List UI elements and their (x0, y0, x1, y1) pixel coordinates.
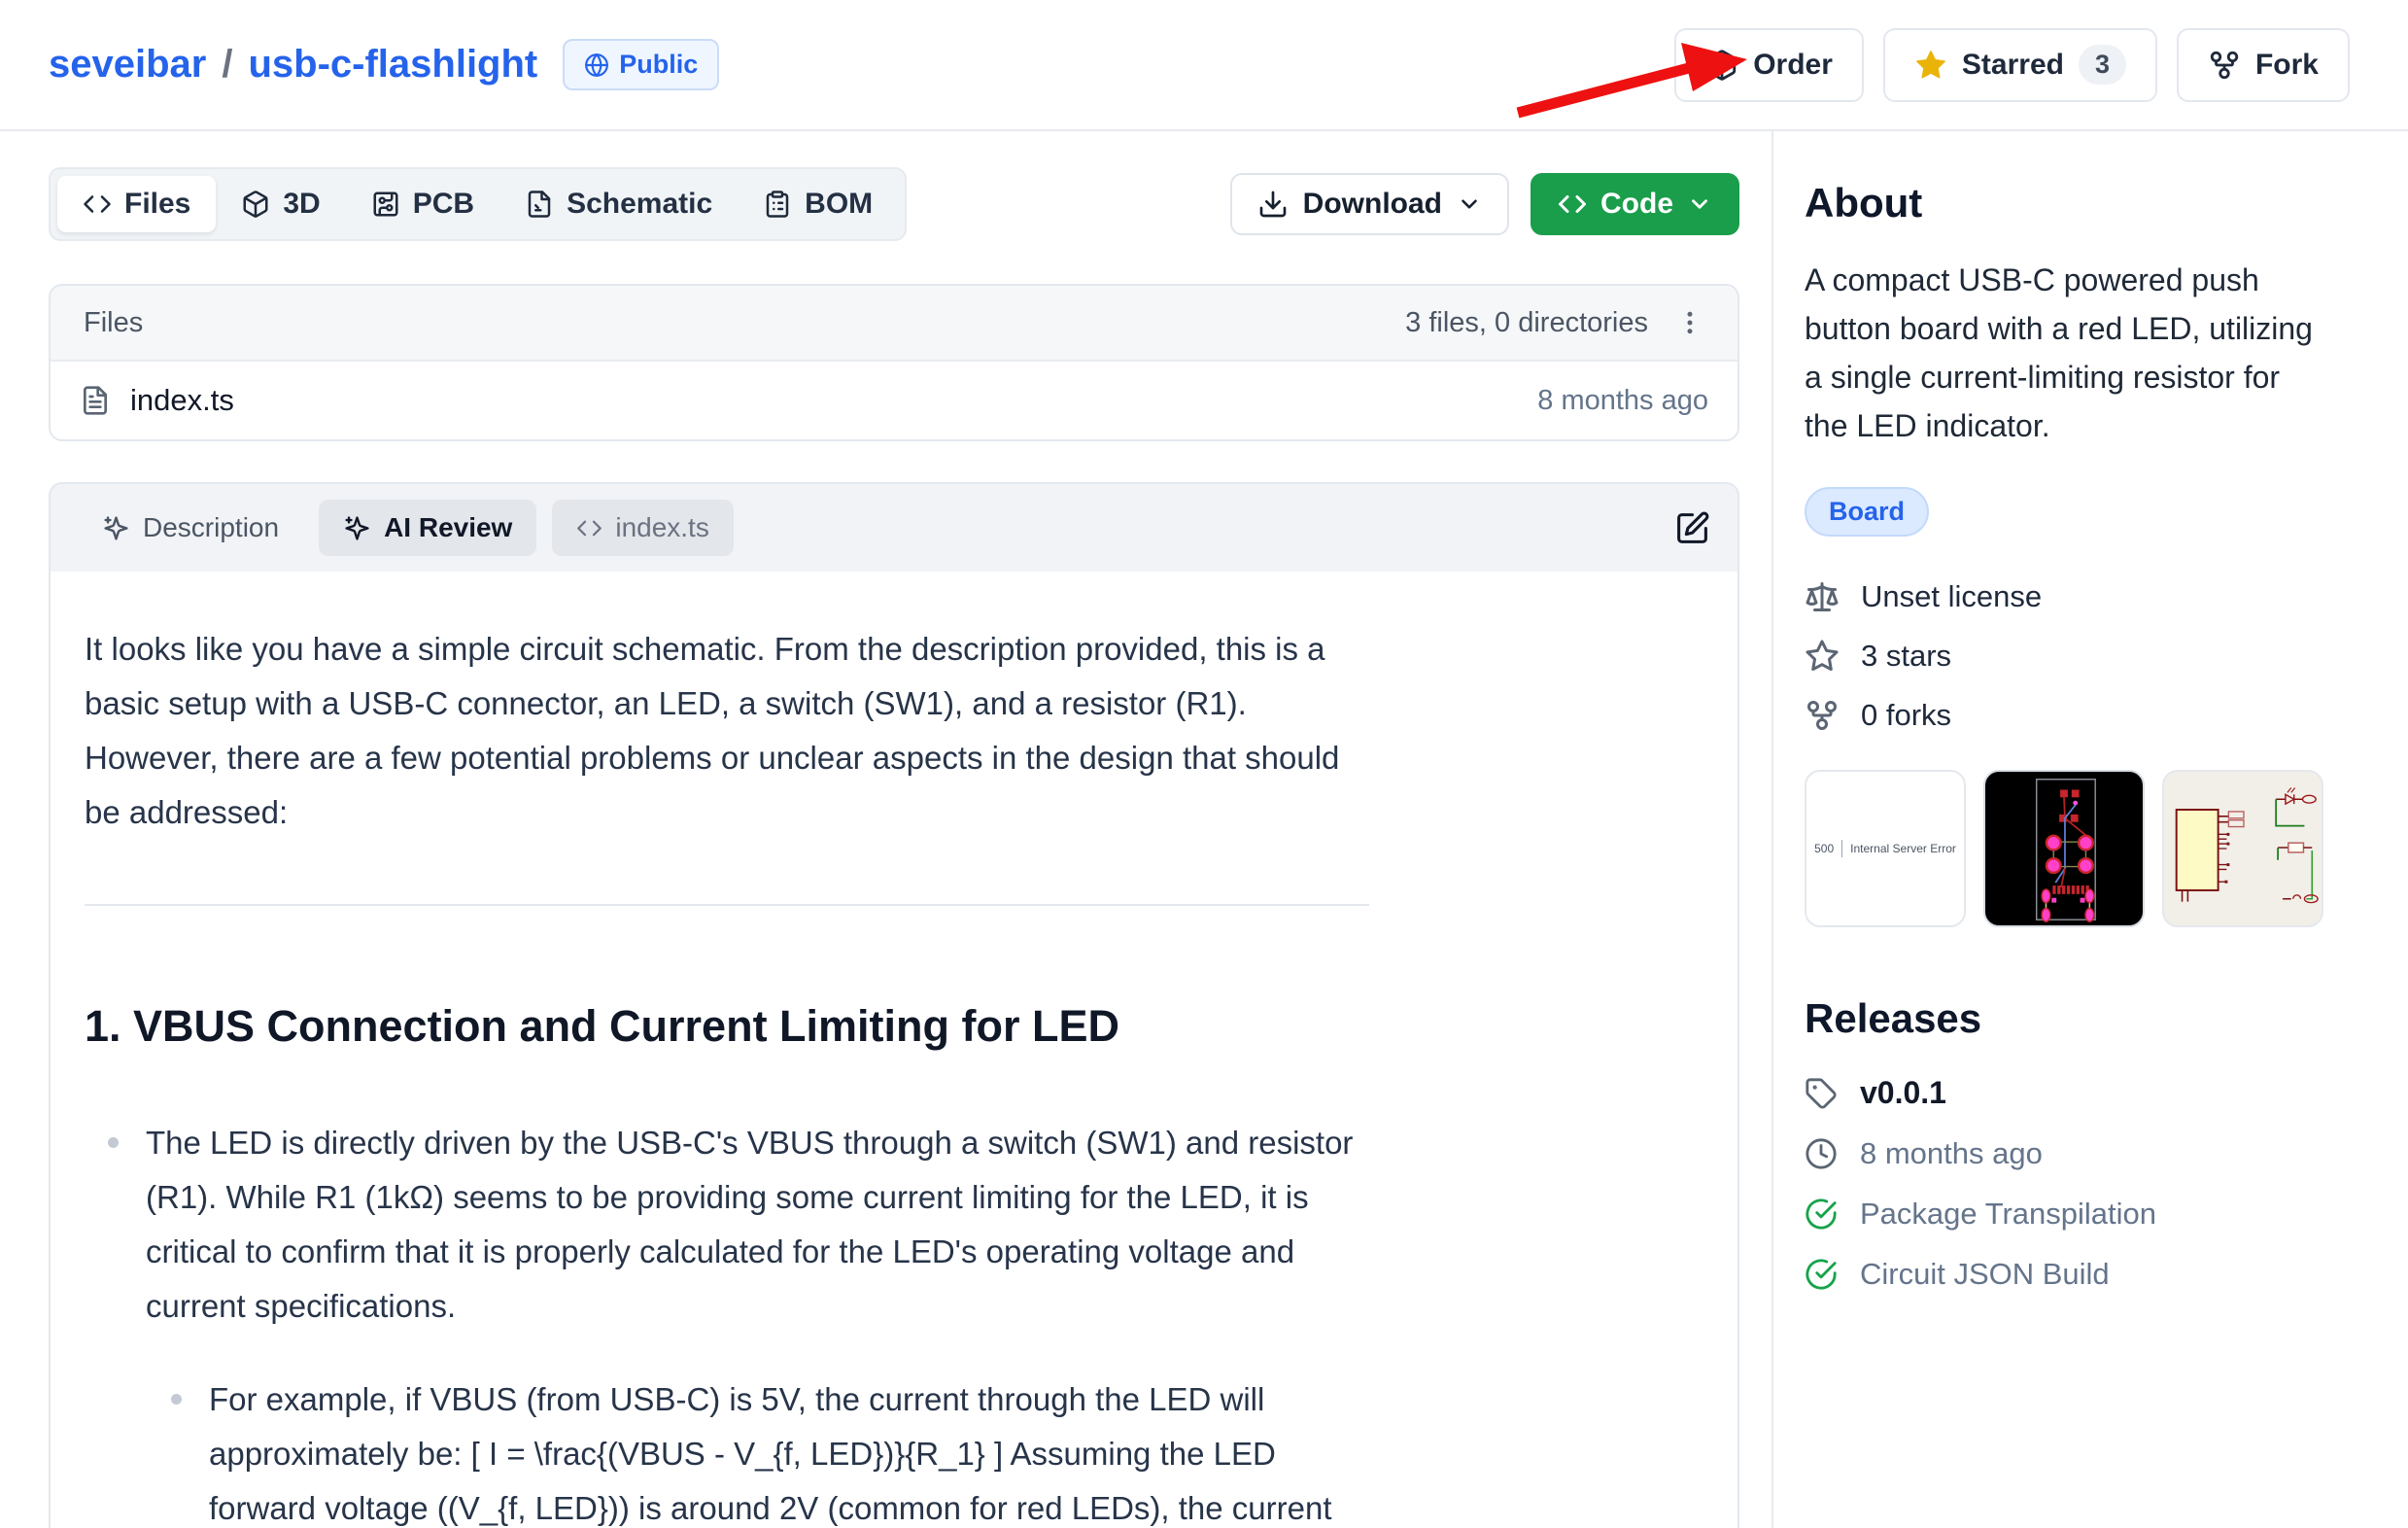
code-icon (1558, 190, 1587, 219)
license-label: Unset license (1861, 579, 2042, 614)
files-panel-title: Files (84, 307, 143, 339)
globe-icon (584, 52, 609, 78)
public-badge: Public (563, 39, 719, 90)
repo-header: seveibar / usb-c-flashlight Public Order… (0, 0, 2408, 131)
star-count-badge: 3 (2079, 45, 2126, 85)
sparkles-icon (102, 514, 130, 542)
starred-button-label: Starred (1962, 49, 2064, 82)
git-fork-icon (1805, 698, 1840, 733)
clipboard-icon (763, 190, 792, 219)
tab-ai-review[interactable]: AI Review (319, 500, 536, 556)
file-name[interactable]: index.ts (130, 383, 234, 418)
breadcrumb-separator: / (222, 43, 232, 87)
content-divider (85, 904, 1369, 906)
ai-review-heading: 1. VBUS Connection and Current Limiting … (85, 1001, 1369, 1052)
viewer-panel: Description AI Review index.ts (49, 482, 1739, 1528)
tab-pcb[interactable]: PCB (346, 176, 499, 232)
tab-schematic[interactable]: Schematic (499, 176, 738, 232)
releases-title: Releases (1805, 995, 2361, 1042)
code-icon (576, 515, 602, 541)
file-text-icon (80, 385, 111, 416)
download-icon (1257, 189, 1289, 220)
thumbnail-schematic-preview[interactable] (2162, 770, 2323, 927)
file-code-icon (525, 190, 554, 219)
tab-bom[interactable]: BOM (738, 176, 898, 232)
forks-row[interactable]: 0 forks (1805, 698, 2361, 733)
file-row-index-ts[interactable]: index.ts 8 months ago (51, 362, 1737, 439)
repo-link[interactable]: usb-c-flashlight (248, 43, 537, 87)
release-check-label: Circuit JSON Build (1860, 1257, 2110, 1292)
code-button[interactable]: Code (1531, 173, 1739, 235)
forks-label: 0 forks (1861, 698, 1951, 733)
tab-index-ts-label: index.ts (615, 512, 709, 543)
check-circle-icon (1805, 1198, 1838, 1231)
tab-description-label: Description (143, 512, 279, 543)
stars-label: 3 stars (1861, 639, 1951, 674)
starred-button[interactable]: Starred 3 (1883, 28, 2157, 102)
fork-button[interactable]: Fork (2177, 28, 2350, 102)
public-badge-label: Public (619, 50, 698, 80)
release-version[interactable]: v0.0.1 (1860, 1075, 1946, 1111)
tab-ai-review-label: AI Review (384, 512, 512, 543)
ai-review-content: It looks like you have a simple circuit … (85, 622, 1369, 1528)
3d-preview-error-text: 500 Internal Server Error (1814, 840, 1956, 857)
tab-schematic-label: Schematic (567, 188, 712, 221)
tab-index-ts[interactable]: index.ts (552, 500, 734, 556)
edit-icon[interactable] (1674, 510, 1710, 546)
thumbnail-3d-preview[interactable]: 500 Internal Server Error (1805, 770, 1966, 927)
code-button-label: Code (1600, 188, 1673, 221)
tab-files-label: Files (124, 188, 190, 221)
files-panel: Files 3 files, 0 directories index.ts 8 … (49, 284, 1739, 441)
ai-review-list: The LED is directly driven by the USB-C'… (85, 1116, 1369, 1528)
package-icon (1705, 49, 1738, 82)
kebab-menu-icon[interactable] (1675, 308, 1704, 337)
tab-3d-label: 3D (283, 188, 320, 221)
owner-link[interactable]: seveibar (49, 43, 206, 87)
breadcrumb: seveibar / usb-c-flashlight (49, 43, 537, 87)
code-icon (83, 190, 112, 219)
ai-review-intro: It looks like you have a simple circuit … (85, 622, 1369, 840)
order-button[interactable]: Order (1674, 28, 1864, 102)
star-icon (1805, 639, 1840, 674)
release-check-circuit-json: Circuit JSON Build (1805, 1257, 2361, 1292)
circuit-board-icon (371, 190, 400, 219)
cube-icon (241, 190, 270, 219)
ai-review-bullet: The LED is directly driven by the USB-C'… (85, 1116, 1369, 1334)
chevron-down-icon (1687, 191, 1712, 217)
stars-row[interactable]: 3 stars (1805, 639, 2361, 674)
download-button-label: Download (1303, 188, 1442, 221)
release-check-transpilation: Package Transpilation (1805, 1197, 2361, 1232)
view-mode-tabs: Files 3D PCB (49, 167, 907, 241)
tag-icon (1805, 1077, 1838, 1110)
check-circle-icon (1805, 1258, 1838, 1291)
license-row: Unset license (1805, 579, 2361, 614)
release-check-label: Package Transpilation (1860, 1197, 2156, 1232)
fork-button-label: Fork (2255, 49, 2319, 82)
clock-icon (1805, 1137, 1838, 1170)
chevron-down-icon (1457, 191, 1482, 217)
file-updated: 8 months ago (1537, 385, 1708, 417)
sidebar: About A compact USB-C powered push butto… (1773, 131, 2408, 1528)
board-tag-badge[interactable]: Board (1805, 487, 1929, 537)
tab-files[interactable]: Files (57, 176, 216, 232)
about-description: A compact USB-C powered push button boar… (1805, 256, 2329, 450)
release-age: 8 months ago (1860, 1136, 2043, 1171)
files-summary: 3 files, 0 directories (1405, 307, 1648, 339)
order-button-label: Order (1753, 49, 1833, 82)
thumbnail-pcb-preview[interactable] (1983, 770, 2145, 927)
star-filled-icon (1914, 49, 1947, 82)
scale-icon (1805, 579, 1840, 614)
tab-pcb-label: PCB (413, 188, 474, 221)
download-button[interactable]: Download (1230, 173, 1509, 235)
release-version-row[interactable]: v0.0.1 (1805, 1075, 2361, 1111)
tab-bom-label: BOM (805, 188, 873, 221)
sparkles-icon (343, 514, 371, 542)
tab-description[interactable]: Description (78, 500, 303, 556)
git-fork-icon (2208, 49, 2241, 82)
about-title: About (1805, 180, 2361, 226)
tab-3d[interactable]: 3D (216, 176, 345, 232)
ai-review-sub-bullet: For example, if VBUS (from USB-C) is 5V,… (148, 1372, 1369, 1528)
main-content: Files 3D PCB (0, 131, 1773, 1528)
release-age-row: 8 months ago (1805, 1136, 2361, 1171)
